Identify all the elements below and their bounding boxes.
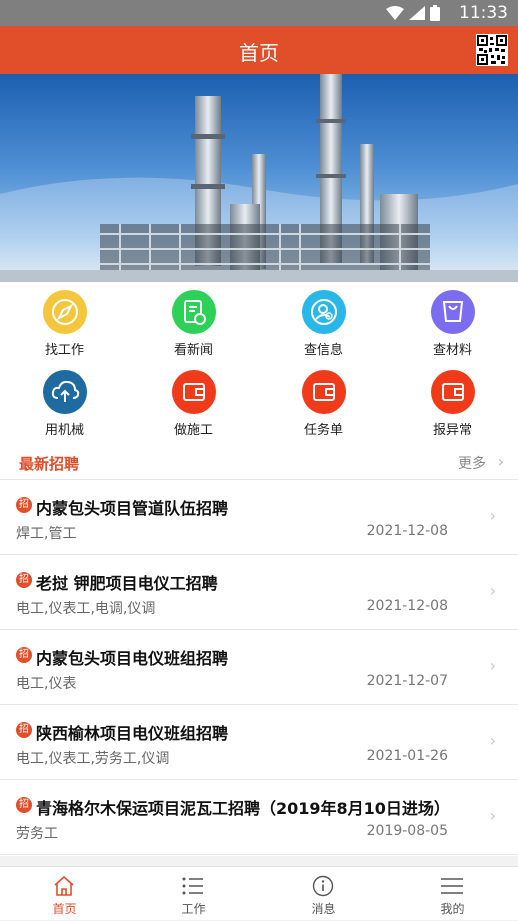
- qr-code-icon[interactable]: [476, 34, 508, 66]
- bottom-tab-bar: 首页 工作 消息 我的: [0, 866, 518, 920]
- menu-item-label: 查信息: [303, 343, 343, 358]
- menu-item-label: 找工作: [44, 343, 84, 358]
- menu-item-materials[interactable]: 查材料: [388, 282, 517, 362]
- chevron-right-icon: ›: [489, 581, 496, 600]
- app-bar: 首页: [0, 26, 518, 74]
- shopping-bag-icon: [431, 290, 475, 334]
- recruit-date: 2021-12-07: [366, 673, 448, 689]
- clipboard-clock-icon: [172, 290, 216, 334]
- recruit-badge: 招: [16, 722, 32, 738]
- tab-label: 消息: [311, 902, 336, 916]
- recruit-date: 2019-08-05: [366, 823, 448, 839]
- home-icon: [54, 875, 74, 896]
- recruit-badge: 招: [16, 572, 32, 588]
- tab-label: 我的: [440, 902, 465, 916]
- status-icons: [386, 5, 440, 21]
- section-title: 最新招聘: [19, 455, 80, 473]
- menu-item-label: 任务单: [303, 423, 343, 438]
- recruit-badge: 招: [16, 497, 32, 513]
- signal-icon: [409, 6, 425, 20]
- menu-item-report-anomaly[interactable]: 报异常: [388, 362, 517, 442]
- page-title: 首页: [239, 41, 279, 65]
- feature-grid: 找工作 看新闻 查信息 查材料 用机械 做施工 任务单 报异常: [0, 282, 518, 444]
- chevron-right-icon: ›: [489, 506, 496, 525]
- list-item[interactable]: 招 陕西榆林项目电仪班组招聘 电工,仪表工,劳务工,仪调 2021-01-26 …: [0, 705, 518, 780]
- tab-mine[interactable]: 我的: [388, 867, 517, 921]
- menu-item-label: 用机械: [44, 423, 84, 438]
- recruit-section: 最新招聘 更多 › 招 内蒙包头项目管道队伍招聘 焊工,管工 2021-12-0…: [0, 444, 518, 856]
- wallet-icon: [302, 370, 346, 414]
- banner-image[interactable]: [0, 74, 518, 282]
- tab-messages[interactable]: 消息: [259, 867, 388, 921]
- menu-icon: [441, 878, 463, 894]
- info-icon: [312, 875, 334, 897]
- recruit-title: 陕西榆林项目电仪班组招聘: [36, 724, 229, 743]
- tab-label: 工作: [181, 902, 206, 916]
- list-item[interactable]: 招 青海格尔木保运项目泥瓦工招聘（2019年8月10日进场） 劳务工 2019-…: [0, 780, 518, 855]
- chevron-right-icon: ›: [489, 656, 496, 675]
- menu-item-machinery[interactable]: 用机械: [0, 362, 129, 442]
- recruit-tags: 电工,仪表工,劳务工,仪调: [16, 751, 170, 767]
- tab-work[interactable]: 工作: [129, 867, 258, 921]
- menu-item-task-order[interactable]: 任务单: [259, 362, 388, 442]
- recruit-date: 2021-01-26: [366, 748, 448, 764]
- menu-item-construction[interactable]: 做施工: [129, 362, 258, 442]
- recruit-tags: 劳务工: [16, 826, 58, 842]
- more-link[interactable]: 更多: [458, 453, 486, 473]
- tab-home[interactable]: 首页: [0, 867, 129, 921]
- recruit-date: 2021-12-08: [366, 598, 448, 614]
- menu-item-label: 看新闻: [173, 343, 213, 358]
- user-search-icon: [302, 290, 346, 334]
- recruit-tags: 电工,仪表工,电调,仪调: [16, 601, 156, 617]
- menu-item-find-job[interactable]: 找工作: [0, 282, 129, 362]
- recruit-header: 最新招聘 更多 ›: [0, 444, 518, 480]
- cloud-upload-icon: [43, 370, 87, 414]
- list-icon: [182, 877, 203, 895]
- recruit-date: 2021-12-08: [366, 523, 448, 539]
- list-item[interactable]: 招 内蒙包头项目管道队伍招聘 焊工,管工 2021-12-08 ›: [0, 480, 518, 555]
- recruit-title: 老挝 钾肥项目电仪工招聘: [36, 574, 218, 593]
- list-item[interactable]: 招 内蒙包头项目电仪班组招聘 电工,仪表 2021-12-07 ›: [0, 630, 518, 705]
- recruit-badge: 招: [16, 797, 32, 813]
- list-item[interactable]: 招 老挝 钾肥项目电仪工招聘 电工,仪表工,电调,仪调 2021-12-08 ›: [0, 555, 518, 630]
- battery-icon: [430, 5, 440, 21]
- chevron-right-icon: ›: [489, 806, 496, 825]
- chevron-right-icon: ›: [489, 731, 496, 750]
- compass-icon: [43, 290, 87, 334]
- wallet-icon: [431, 370, 475, 414]
- menu-item-label: 做施工: [173, 423, 213, 438]
- menu-item-label: 报异常: [432, 423, 472, 438]
- wallet-icon: [172, 370, 216, 414]
- recruit-title: 青海格尔木保运项目泥瓦工招聘（2019年8月10日进场）: [36, 799, 450, 818]
- menu-item-news[interactable]: 看新闻: [129, 282, 258, 362]
- clock: 11:33: [459, 3, 508, 23]
- recruit-title: 内蒙包头项目管道队伍招聘: [36, 499, 229, 518]
- recruit-badge: 招: [16, 647, 32, 663]
- recruit-title: 内蒙包头项目电仪班组招聘: [36, 649, 229, 668]
- tab-label: 首页: [52, 902, 77, 916]
- recruit-tags: 焊工,管工: [16, 526, 77, 542]
- menu-item-info[interactable]: 查信息: [259, 282, 388, 362]
- status-bar: 11:33: [0, 0, 518, 26]
- wifi-icon: [386, 6, 404, 20]
- menu-item-label: 查材料: [432, 343, 472, 358]
- chevron-right-icon[interactable]: ›: [498, 452, 504, 471]
- recruit-tags: 电工,仪表: [16, 676, 77, 692]
